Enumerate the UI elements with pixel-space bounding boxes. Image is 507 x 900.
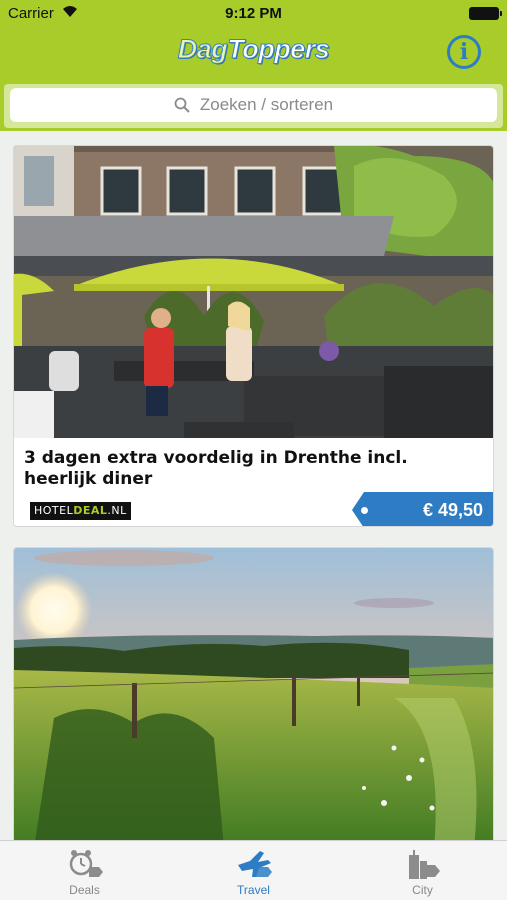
search-placeholder: Zoeken / sorteren [199,95,334,114]
tab-city-label: City [412,883,433,897]
status-time: 9:12 PM [225,5,282,22]
city-tag-icon [408,850,440,879]
status-bar: Carrier 9:12 PM [0,0,507,28]
airplane-icon [237,851,272,877]
partner-suffix: .NL [107,504,127,517]
logo-toppers: Toppers [227,34,331,65]
tab-city[interactable]: City [338,841,507,900]
price-value: € 49,50 [422,500,483,520]
logo-dag: Dag [177,34,228,65]
alarm-clock-tag-icon [69,850,103,877]
partner-prefix: HOTEL [34,504,74,517]
app-logo: DagToppers [0,34,507,65]
info-icon[interactable]: i [447,35,481,69]
deal-title: 3 dagen extra voordelig in Drenthe incl.… [24,448,408,489]
price-tag[interactable]: € 49,50 [352,492,493,526]
partner-highlight: DEAL [73,504,108,517]
tab-travel-label: Travel [237,883,270,897]
search-icon [174,97,190,113]
app-header: Carrier 9:12 PM DagToppers i Zoeken / so… [0,0,507,131]
deals-feed[interactable]: 3 dagen extra voordelig in Drenthe incl.… [0,131,507,840]
tab-deals-label: Deals [69,883,100,897]
partner-logo: HOTELDEAL.NL [30,502,131,520]
search-bar-container: Zoeken / sorteren [4,84,503,128]
tab-deals[interactable]: Deals [0,841,169,900]
price-tag-hole [361,507,368,514]
battery-icon [469,7,502,20]
tab-bar: Deals Travel City [0,840,507,900]
deal-photo-terrace [14,146,493,438]
tab-travel[interactable]: Travel [169,841,338,900]
deal-card[interactable]: 3 dagen extra voordelig in Drenthe incl.… [13,145,494,527]
search-input[interactable]: Zoeken / sorteren [10,88,497,122]
deal-photo-meadow [14,548,493,840]
deal-card[interactable] [13,547,494,840]
